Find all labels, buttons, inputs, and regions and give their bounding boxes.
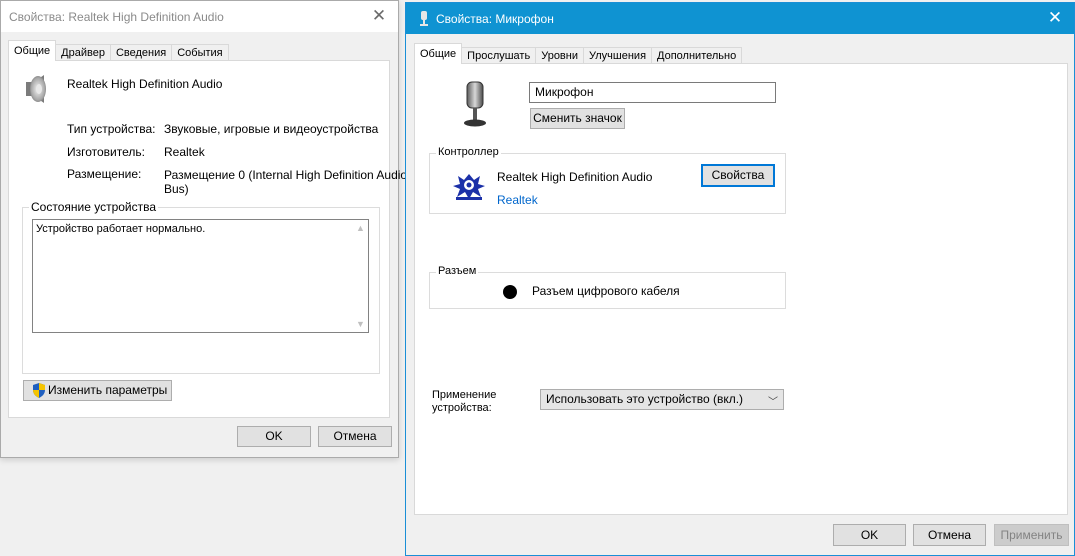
- location-value-line1: Размещение 0 (Internal High Definition A…: [164, 168, 408, 182]
- controller-name: Realtek High Definition Audio: [497, 170, 653, 184]
- manufacturer-label: Изготовитель:: [67, 145, 145, 159]
- jack-title: Разъем: [436, 265, 479, 277]
- usage-label-line2: устройства:: [432, 402, 492, 414]
- device-status-title: Состояние устройства: [29, 200, 159, 214]
- uac-shield-icon: [33, 383, 45, 398]
- window-title: Свойства: Realtek High Definition Audio: [9, 9, 224, 24]
- device-type-label: Тип устройства:: [67, 122, 156, 136]
- tab-strip: Общие Прослушать Уровни Улучшения Дополн…: [414, 43, 743, 64]
- close-icon[interactable]: ✕: [1046, 9, 1064, 27]
- tab-strip: Общие Драйвер Сведения События: [8, 40, 229, 61]
- location-label: Размещение:: [67, 167, 142, 181]
- close-icon[interactable]: ✕: [370, 7, 388, 25]
- location-value-line2: Bus): [164, 182, 189, 196]
- change-icon-button[interactable]: Сменить значок: [530, 108, 625, 129]
- tab-details[interactable]: Сведения: [109, 44, 173, 61]
- microphone-properties-dialog: Свойства: Микрофон ✕ Общие Прослушать Ур…: [405, 2, 1075, 556]
- device-status-message: Устройство работает нормально.: [36, 223, 206, 235]
- usage-label-line1: Применение: [432, 389, 497, 401]
- title-bar[interactable]: Свойства: Микрофон ✕: [406, 3, 1074, 34]
- cancel-button[interactable]: Отмена: [913, 524, 986, 546]
- scroll-up-icon[interactable]: ▲: [356, 224, 365, 233]
- jack-group: Разъем Разъем цифрового кабеля: [429, 265, 786, 309]
- device-name-value: Микрофон: [535, 85, 594, 99]
- controller-properties-button[interactable]: Свойства: [701, 164, 775, 187]
- tab-driver[interactable]: Драйвер: [55, 44, 111, 61]
- manufacturer-value: Realtek: [164, 145, 205, 159]
- microphone-icon: [420, 10, 428, 26]
- tab-enhancements[interactable]: Улучшения: [583, 47, 653, 64]
- ok-button[interactable]: OK: [237, 426, 311, 447]
- window-title: Свойства: Микрофон: [436, 11, 554, 26]
- title-bar[interactable]: Свойства: Realtek High Definition Audio …: [1, 1, 398, 32]
- status-scrollbar[interactable]: ▲ ▼: [352, 220, 368, 332]
- device-status-group: Состояние устройства Устройство работает…: [22, 200, 380, 374]
- device-name-input[interactable]: Микрофон: [529, 82, 776, 103]
- scroll-down-icon[interactable]: ▼: [356, 320, 365, 329]
- controller-link[interactable]: Realtek: [497, 193, 538, 207]
- tab-advanced[interactable]: Дополнительно: [651, 47, 743, 64]
- speaker-icon: [26, 75, 46, 103]
- apply-button[interactable]: Применить: [994, 524, 1069, 546]
- cancel-button[interactable]: Отмена: [318, 426, 392, 447]
- device-properties-dialog: Свойства: Realtek High Definition Audio …: [0, 0, 407, 458]
- device-status-text[interactable]: Устройство работает нормально. ▲ ▼: [32, 219, 369, 333]
- controller-title: Контроллер: [436, 146, 501, 158]
- device-name: Realtek High Definition Audio: [67, 77, 223, 91]
- tab-levels[interactable]: Уровни: [535, 47, 584, 64]
- tab-panel: Realtek High Definition Audio Тип устрой…: [8, 60, 407, 418]
- device-usage-value: Использовать это устройство (вкл.): [546, 392, 744, 406]
- device-type-value: Звуковые, игровые и видеоустройства: [164, 122, 379, 136]
- jack-dot-icon: [503, 285, 517, 299]
- change-settings-label: Изменить параметры: [48, 383, 168, 397]
- jack-description: Разъем цифрового кабеля: [532, 284, 680, 298]
- realtek-logo-icon: [453, 174, 485, 200]
- change-settings-button[interactable]: Изменить параметры: [23, 380, 172, 401]
- ok-button[interactable]: OK: [833, 524, 906, 546]
- tab-panel: Микрофон Сменить значок Контроллер Realt…: [414, 63, 1068, 515]
- device-usage-select[interactable]: Использовать это устройство (вкл.) ﹀: [540, 389, 784, 410]
- tab-general[interactable]: Общие: [414, 43, 463, 64]
- controller-group: Контроллер Realtek High Definition Audio…: [429, 146, 786, 214]
- tab-general[interactable]: Общие: [8, 40, 57, 61]
- tab-listen[interactable]: Прослушать: [461, 47, 537, 64]
- tab-events[interactable]: События: [171, 44, 229, 61]
- microphone-device-icon: [464, 81, 486, 127]
- chevron-down-icon: ﹀: [768, 397, 778, 408]
